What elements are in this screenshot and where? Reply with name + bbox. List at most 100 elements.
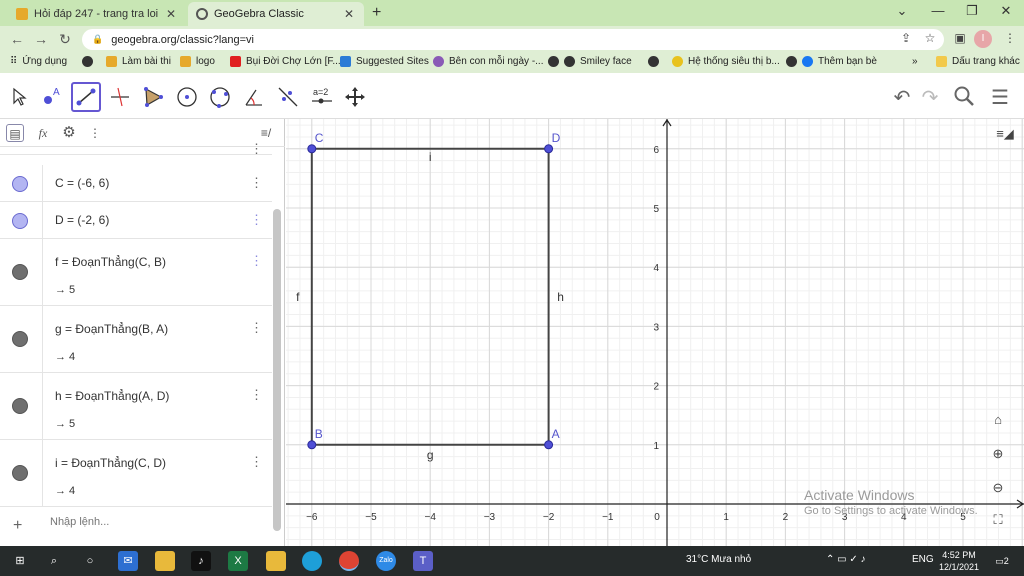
list-item[interactable]: C = (-6, 6) ⋮ xyxy=(0,165,272,202)
reflect-tool-icon[interactable] xyxy=(273,82,303,112)
bookmarks-overflow-icon[interactable]: » xyxy=(912,56,918,67)
item-menu-icon[interactable]: ⋮ xyxy=(250,141,263,157)
bookmark-logo[interactable]: logo xyxy=(180,56,215,67)
tab-geogebra[interactable]: GeoGebra Classic ✕ xyxy=(188,2,364,26)
visibility-toggle[interactable] xyxy=(12,264,28,280)
algebra-scrollbar[interactable] xyxy=(273,209,281,531)
item-menu-icon[interactable]: ⋮ xyxy=(250,212,263,228)
item-menu-icon[interactable]: ⋮ xyxy=(250,253,263,269)
bookmark-bui-doi[interactable]: Bụi Đời Chợ Lớn [F... xyxy=(230,56,341,67)
more-options-icon[interactable]: ⋮ xyxy=(86,124,104,142)
main-menu-icon[interactable]: ☰ xyxy=(986,85,1014,110)
tab-search-icon[interactable]: ⌄ xyxy=(892,3,912,19)
move-tool-icon[interactable] xyxy=(4,82,34,112)
object-definition[interactable]: C = (-6, 6) xyxy=(55,176,109,190)
close-icon[interactable]: ✕ xyxy=(342,7,356,21)
graphics-view[interactable]: −6 −5 −4 −3 −2 −1 0 1 2 3 4 5 1 2 3 4 5 6 fghiABCD ≡◢ ⌂ ⊕… xyxy=(286,119,1024,546)
list-item[interactable]: D = (-2, 6) ⋮ xyxy=(0,202,272,239)
zoom-out-icon[interactable]: ⊖ xyxy=(987,477,1009,499)
bookmark-apps[interactable]: ⠿ Ứng dụng xyxy=(10,56,67,67)
search-icon[interactable]: ⌕ xyxy=(44,551,64,571)
list-item[interactable]: f = ĐoạnThẳng(C, B) → 5 ⋮ xyxy=(0,239,272,306)
style-bar-icon[interactable]: ≡◢ xyxy=(994,123,1016,145)
windows-start-icon[interactable]: ⊞ xyxy=(10,551,30,571)
bookmark-them-ban[interactable]: Thêm bạn bè xyxy=(786,56,877,67)
bookmark-lam-bai-thi[interactable]: Làm bài thi xyxy=(106,56,171,67)
visibility-toggle[interactable] xyxy=(12,176,28,192)
folder-icon[interactable] xyxy=(266,551,286,571)
system-tray-icons[interactable]: ⌃ ▭ ✓ ♪ xyxy=(826,554,866,565)
algebra-view-toggle-icon[interactable]: ▤ xyxy=(6,124,24,142)
new-tab-icon[interactable]: + xyxy=(372,4,381,22)
zalo-icon[interactable]: Zalo xyxy=(376,551,396,571)
share-icon[interactable]: ⇪ xyxy=(898,31,914,45)
point-tool-icon[interactable]: A xyxy=(37,82,67,112)
bookmark-suggested-sites[interactable]: Suggested Sites xyxy=(340,56,429,67)
gear-icon[interactable]: ⚙ xyxy=(60,124,78,142)
polygon-tool-icon[interactable] xyxy=(138,82,168,112)
add-icon[interactable]: + xyxy=(13,517,22,535)
bookmark-other[interactable]: Dấu trang khác xyxy=(936,56,1020,67)
list-item[interactable]: i = ĐoạnThẳng(C, D) → 4 ⋮ xyxy=(0,440,272,507)
object-definition[interactable]: i = ĐoạnThẳng(C, D) xyxy=(55,456,166,470)
move-graphics-tool-icon[interactable] xyxy=(340,82,370,112)
zoom-in-icon[interactable]: ⊕ xyxy=(987,443,1009,465)
visibility-toggle[interactable] xyxy=(12,465,28,481)
visibility-toggle[interactable] xyxy=(12,398,28,414)
teams-icon[interactable]: T xyxy=(413,551,433,571)
forward-icon[interactable]: → xyxy=(32,31,50,47)
close-icon[interactable]: ✕ xyxy=(164,7,178,21)
tab-hoidap[interactable]: Hỏi đáp 247 - trang tra loi ✕ xyxy=(8,2,186,26)
slider-tool-icon[interactable]: a=2 xyxy=(307,82,337,112)
excel-icon[interactable]: X xyxy=(228,551,248,571)
visibility-toggle[interactable] xyxy=(12,213,28,229)
profile-avatar[interactable]: I xyxy=(974,30,992,48)
segment-tool-icon[interactable] xyxy=(71,82,101,112)
redo-icon[interactable]: ↷ xyxy=(916,85,944,110)
window-close-icon[interactable]: ✕ xyxy=(996,3,1016,19)
home-icon[interactable]: ⌂ xyxy=(987,409,1009,431)
back-icon[interactable]: ← xyxy=(8,31,26,47)
menu-dots-icon[interactable]: ⋮ xyxy=(1002,31,1018,45)
circle-three-points-tool-icon[interactable] xyxy=(205,82,235,112)
object-definition[interactable]: h = ĐoạnThẳng(A, D) xyxy=(55,389,169,403)
item-menu-icon[interactable]: ⋮ xyxy=(250,387,263,403)
item-menu-icon[interactable]: ⋮ xyxy=(250,454,263,470)
function-icon[interactable]: fx xyxy=(34,124,52,142)
weather[interactable]: 31°C Mưa nhỏ xyxy=(686,554,751,565)
chrome-icon[interactable] xyxy=(339,551,359,571)
visibility-toggle[interactable] xyxy=(12,331,28,347)
list-item[interactable]: g = ĐoạnThẳng(B, A) → 4 ⋮ xyxy=(0,306,272,373)
tiktok-icon[interactable]: ♪ xyxy=(191,551,211,571)
file-explorer-icon[interactable] xyxy=(155,551,175,571)
list-item[interactable]: h = ĐoạnThẳng(A, D) → 5 ⋮ xyxy=(0,373,272,440)
bookmark-star-icon[interactable]: ☆ xyxy=(922,31,938,45)
cortana-icon[interactable]: ○ xyxy=(80,551,100,571)
command-input[interactable] xyxy=(50,516,250,528)
perpendicular-tool-icon[interactable] xyxy=(105,82,135,112)
language-indicator[interactable]: ENG xyxy=(912,554,934,565)
notifications-icon[interactable]: ▭2 xyxy=(992,551,1012,571)
object-definition[interactable]: g = ĐoạnThẳng(B, A) xyxy=(55,322,168,336)
circle-tool-icon[interactable] xyxy=(172,82,202,112)
restore-icon[interactable]: ❐ xyxy=(962,3,982,19)
bookmark-smiley[interactable]: Smiley face xyxy=(548,56,632,67)
edge-icon[interactable] xyxy=(302,551,322,571)
bookmark-globe[interactable] xyxy=(82,56,98,67)
object-definition[interactable]: f = ĐoạnThẳng(C, B) xyxy=(55,255,166,269)
clock[interactable]: 4:52 PM 12/1/2021 xyxy=(936,549,982,573)
fullscreen-icon[interactable]: ⛶ xyxy=(987,509,1009,531)
side-panel-icon[interactable]: ▣ xyxy=(952,31,968,45)
coordinate-plane[interactable]: −6 −5 −4 −3 −2 −1 0 1 2 3 4 5123456 fghiABC D xyxy=(286,119,1024,546)
bookmark-ben-con[interactable]: Bên con mỗi ngày -... xyxy=(433,56,544,67)
bookmark-he-thong[interactable]: Hệ thống siêu thị b... xyxy=(672,56,780,67)
object-definition[interactable]: D = (-2, 6) xyxy=(55,213,109,227)
item-menu-icon[interactable]: ⋮ xyxy=(250,175,263,191)
reload-icon[interactable]: ↻ xyxy=(56,31,74,48)
undo-icon[interactable]: ↶ xyxy=(888,85,916,110)
item-menu-icon[interactable]: ⋮ xyxy=(250,320,263,336)
list-item[interactable]: ⋮ xyxy=(0,141,272,156)
search-icon[interactable] xyxy=(950,85,978,113)
style-bar-toggle-icon[interactable]: ≡/ xyxy=(254,124,278,142)
bookmark-globe-2[interactable] xyxy=(648,56,664,67)
